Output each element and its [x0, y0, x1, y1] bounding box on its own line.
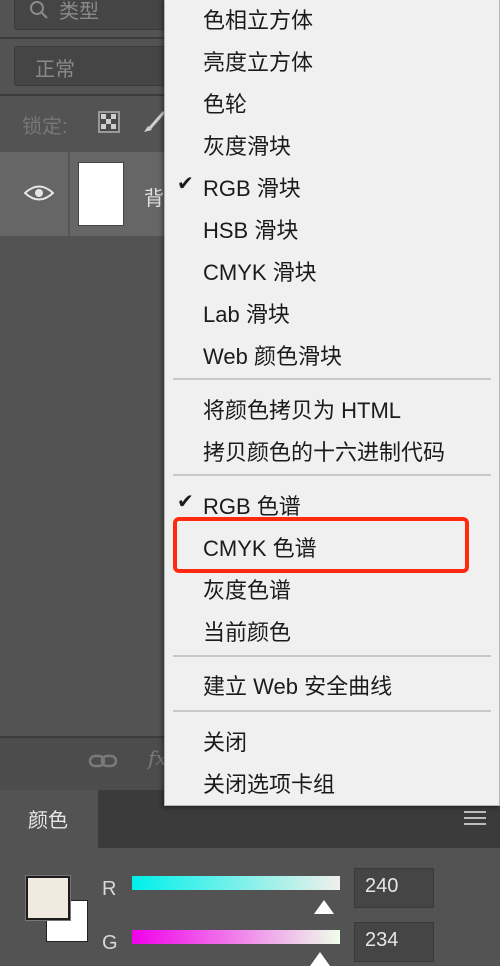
- menu-item-lab-slider[interactable]: Lab 滑块: [203, 297, 290, 329]
- layer-row[interactable]: 背: [0, 152, 170, 236]
- menu-item-hsb-slider[interactable]: HSB 滑块: [203, 213, 298, 245]
- checkmark-icon: ✔: [177, 491, 194, 513]
- visibility-eye-icon[interactable]: [24, 182, 54, 204]
- lock-label: 锁定:: [22, 116, 68, 138]
- menu-item-web-color-slider[interactable]: Web 颜色滑块: [203, 339, 342, 371]
- search-icon: [30, 1, 48, 19]
- divider: [68, 152, 70, 236]
- menu-separator: [173, 655, 491, 657]
- channel-r-input[interactable]: 240: [354, 868, 434, 908]
- brush-icon[interactable]: [138, 108, 166, 136]
- lock-transparent-pixels-icon[interactable]: [98, 111, 120, 133]
- channel-g-value: 234: [365, 929, 399, 951]
- channel-g-label: G: [102, 932, 118, 954]
- filter-type-label: 类型: [59, 1, 99, 23]
- channel-r-slider[interactable]: [132, 876, 340, 890]
- menu-separator: [173, 378, 491, 380]
- menu-item-make-web-safe-ramp[interactable]: 建立 Web 安全曲线: [203, 669, 392, 701]
- menu-item-bright-cube[interactable]: 亮度立方体: [203, 45, 313, 77]
- channel-g-input[interactable]: 234: [354, 922, 434, 962]
- tab-color-label: 颜色: [28, 810, 68, 832]
- layer-thumbnail[interactable]: [78, 162, 124, 226]
- menu-item-grayscale-slider[interactable]: 灰度滑块: [203, 129, 291, 161]
- blend-mode-select[interactable]: 正常: [14, 46, 176, 86]
- layer-name[interactable]: 背: [144, 182, 164, 211]
- menu-separator: [173, 710, 491, 712]
- channel-g-slider[interactable]: [132, 930, 340, 944]
- tab-color[interactable]: 颜色: [0, 790, 98, 848]
- menu-item-close-tab-group[interactable]: 关闭选项卡组: [203, 767, 335, 799]
- menu-item-current-colors[interactable]: 当前颜色: [203, 615, 291, 647]
- menu-item-rgb-slider[interactable]: RGB 滑块: [203, 171, 301, 203]
- channel-r-slider-handle[interactable]: [314, 900, 334, 914]
- menu-item-color-wheel[interactable]: 色轮: [203, 87, 247, 119]
- foreground-color-swatch[interactable]: [26, 876, 70, 920]
- channel-r-value: 240: [365, 875, 399, 897]
- color-panel-flyout-menu: 色相立方体 亮度立方体 色轮 灰度滑块 ✔ RGB 滑块 HSB 滑块 CMYK…: [164, 0, 500, 806]
- blend-mode-value: 正常: [35, 59, 75, 81]
- menu-item-copy-as-html[interactable]: 将颜色拷贝为 HTML: [203, 393, 401, 425]
- menu-item-grayscale-ramp[interactable]: 灰度色谱: [203, 573, 291, 605]
- menu-item-close[interactable]: 关闭: [203, 725, 247, 757]
- link-layers-icon[interactable]: [88, 750, 118, 772]
- highlight-annotation-box: [173, 517, 469, 573]
- menu-item-copy-hex-code[interactable]: 拷贝颜色的十六进制代码: [203, 435, 445, 467]
- layer-filter-select[interactable]: 类型: [14, 0, 176, 30]
- menu-item-hue-cube[interactable]: 色相立方体: [203, 3, 313, 35]
- checkmark-icon: ✔: [177, 173, 194, 195]
- color-panel: 颜色 R 240 G 234: [0, 790, 500, 966]
- panel-menu-icon[interactable]: [464, 810, 486, 826]
- channel-r-label: R: [102, 878, 117, 900]
- menu-separator: [173, 474, 491, 476]
- menu-item-cmyk-slider[interactable]: CMYK 滑块: [203, 255, 317, 287]
- channel-g-slider-handle[interactable]: [310, 952, 330, 966]
